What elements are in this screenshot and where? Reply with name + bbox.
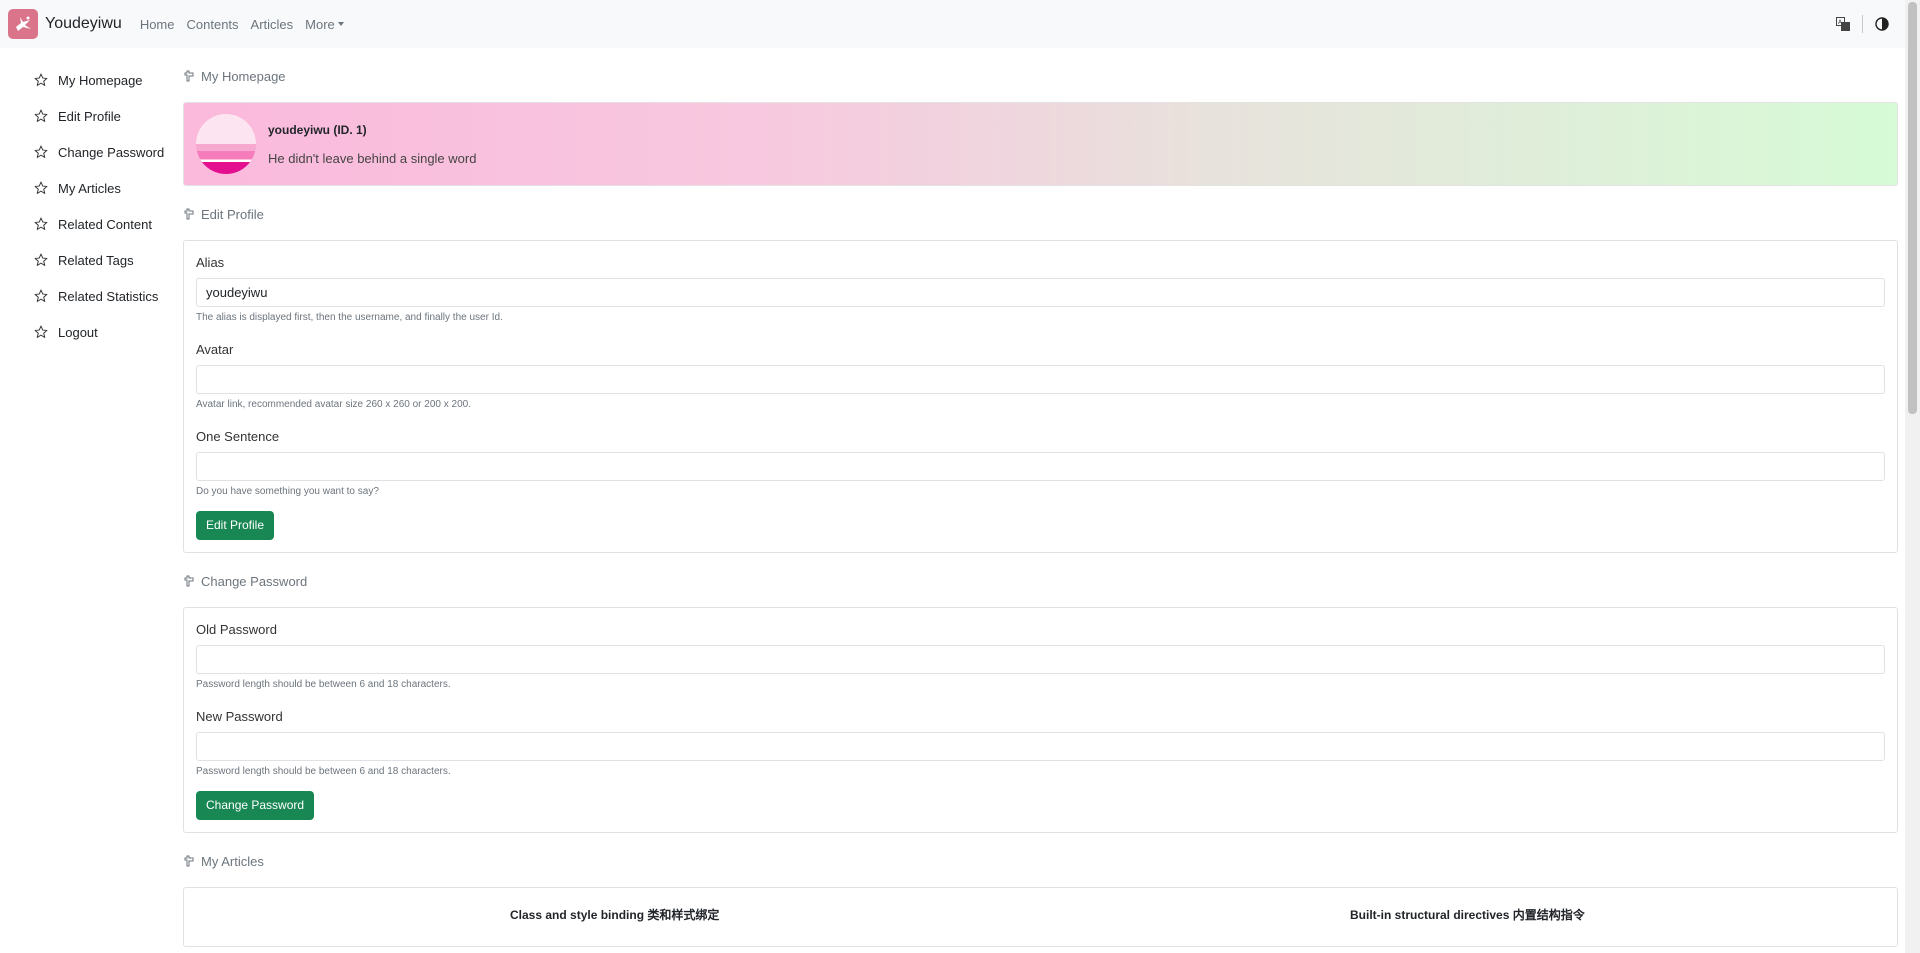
- article-title-link[interactable]: Class and style binding 类和样式绑定: [510, 906, 719, 923]
- sidebar-item-label: Related Statistics: [58, 288, 159, 304]
- section-title-edit-profile: Edit Profile: [183, 196, 1898, 232]
- main-content: My Homepage youdeyiwu (ID. 1) He didn't …: [183, 58, 1898, 947]
- profile-banner: youdeyiwu (ID. 1) He didn't leave behind…: [183, 102, 1898, 186]
- sidebar-item-label: Logout: [58, 324, 98, 340]
- one-sentence-input[interactable]: [196, 452, 1885, 481]
- profile-quote: He didn't leave behind a single word: [268, 150, 477, 166]
- new-password-help: Password length should be between 6 and …: [196, 766, 451, 777]
- sidebar-item-label: My Articles: [58, 180, 121, 196]
- star-icon: [34, 289, 48, 302]
- avatar-help: Avatar link, recommended avatar size 260…: [196, 399, 471, 410]
- section-title-text: Edit Profile: [201, 206, 264, 222]
- nav-link-articles[interactable]: Articles: [251, 17, 294, 32]
- avatar[interactable]: [196, 114, 256, 174]
- sidebar-item-label: Edit Profile: [58, 108, 121, 124]
- hand-point-icon: [184, 855, 194, 867]
- sidebar-item-my-homepage[interactable]: My Homepage: [34, 62, 184, 98]
- sidebar-item-edit-profile[interactable]: Edit Profile: [34, 98, 184, 134]
- section-title-my-articles: My Articles: [183, 843, 1898, 879]
- section-title-text: Change Password: [201, 573, 308, 589]
- hand-point-icon: [184, 70, 194, 82]
- one-sentence-help: Do you have something you want to say?: [196, 486, 379, 497]
- navbar-divider: [1862, 15, 1863, 33]
- edit-profile-button[interactable]: Edit Profile: [196, 511, 275, 540]
- sidebar-item-my-articles[interactable]: My Articles: [34, 170, 184, 206]
- hand-point-icon: [184, 575, 194, 587]
- top-navbar: Youdeyiwu Home Contents Articles More A: [0, 0, 1905, 48]
- alias-input[interactable]: [196, 278, 1885, 307]
- new-password-input[interactable]: [196, 732, 1885, 761]
- old-password-label: Old Password: [196, 622, 277, 637]
- star-icon: [34, 325, 48, 338]
- new-password-label: New Password: [196, 709, 283, 724]
- sidebar-item-related-content[interactable]: Related Content: [34, 206, 184, 242]
- hand-point-icon: [184, 208, 194, 220]
- old-password-help: Password length should be between 6 and …: [196, 679, 451, 690]
- star-icon: [34, 109, 48, 122]
- change-password-button[interactable]: Change Password: [196, 791, 315, 820]
- brand-name: Youdeyiwu: [45, 15, 122, 32]
- nav-more-label: More: [305, 16, 335, 32]
- old-password-input[interactable]: [196, 645, 1885, 674]
- article-title-link[interactable]: Built-in structural directives 内置结构指令: [1350, 906, 1585, 923]
- nav-link-home[interactable]: Home: [140, 17, 175, 32]
- my-articles-card: Class and style binding 类和样式绑定 Built-in …: [183, 887, 1898, 947]
- avatar-label: Avatar: [196, 342, 234, 357]
- section-title-my-homepage: My Homepage: [183, 58, 1898, 94]
- sidebar-item-related-tags[interactable]: Related Tags: [34, 242, 184, 278]
- profile-username: youdeyiwu (ID. 1): [268, 122, 367, 137]
- scrollbar-thumb[interactable]: [1908, 2, 1917, 414]
- sidebar: My Homepage Edit Profile Change Password…: [34, 62, 184, 350]
- page-scrollbar[interactable]: [1905, 0, 1920, 953]
- star-icon: [34, 217, 48, 230]
- section-title-text: My Articles: [201, 853, 264, 869]
- alias-label: Alias: [196, 255, 225, 270]
- edit-profile-card: Alias The alias is displayed first, then…: [183, 240, 1898, 553]
- section-title-text: My Homepage: [201, 68, 286, 84]
- sidebar-item-label: Related Content: [58, 216, 152, 232]
- nav-link-contents[interactable]: Contents: [187, 17, 239, 32]
- caret-down-icon: [337, 22, 344, 26]
- section-title-change-password: Change Password: [183, 563, 1898, 599]
- brand[interactable]: Youdeyiwu: [8, 9, 134, 39]
- profile-info: youdeyiwu (ID. 1) He didn't leave behind…: [268, 123, 476, 166]
- bird-logo-icon: [8, 9, 38, 39]
- star-icon: [34, 253, 48, 266]
- star-icon: [34, 73, 48, 86]
- avatar-input[interactable]: [196, 365, 1885, 394]
- alias-help: The alias is displayed first, then the u…: [196, 312, 503, 323]
- translate-icon[interactable]: A: [1834, 15, 1852, 33]
- sidebar-item-label: My Homepage: [58, 72, 143, 88]
- sidebar-item-change-password[interactable]: Change Password: [34, 134, 184, 170]
- star-icon: [34, 181, 48, 194]
- change-password-card: Old Password Password length should be b…: [183, 607, 1898, 833]
- sidebar-item-related-statistics[interactable]: Related Statistics: [34, 278, 184, 314]
- one-sentence-label: One Sentence: [196, 429, 280, 444]
- nav-more-dropdown[interactable]: More: [305, 17, 344, 32]
- sidebar-item-logout[interactable]: Logout: [34, 314, 184, 350]
- sidebar-item-label: Change Password: [58, 144, 165, 160]
- sidebar-item-label: Related Tags: [58, 252, 134, 268]
- navbar-actions: A: [1834, 0, 1891, 48]
- star-icon: [34, 145, 48, 158]
- contrast-icon[interactable]: [1873, 15, 1891, 33]
